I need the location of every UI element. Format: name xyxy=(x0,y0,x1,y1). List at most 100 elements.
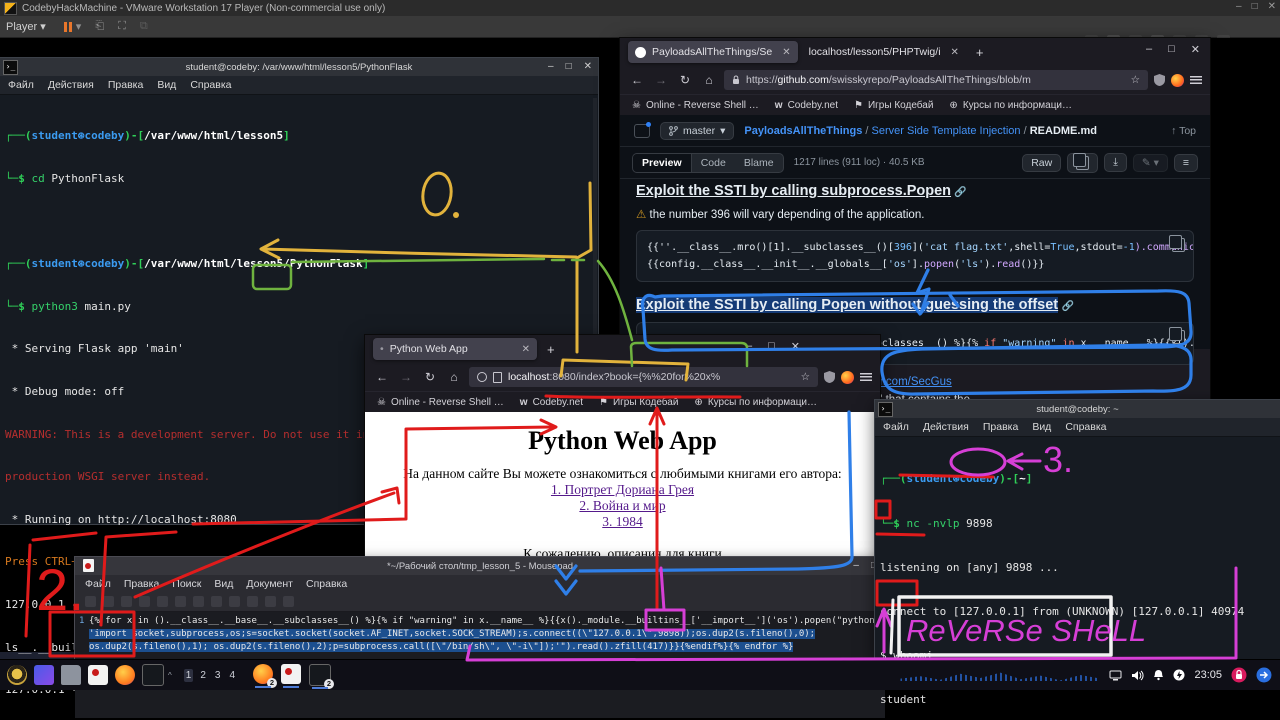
terminal1-close-button[interactable]: ✕ xyxy=(584,58,592,76)
menu-view[interactable]: Вид xyxy=(214,578,233,590)
raw-button[interactable]: Raw xyxy=(1022,154,1061,172)
file-manager-icon[interactable] xyxy=(61,665,81,685)
open-file-icon[interactable] xyxy=(103,596,114,607)
url-bar[interactable]: https://github.com/swisskyrepo/PayloadsA… xyxy=(724,70,1148,90)
copy-raw-button[interactable] xyxy=(1067,153,1098,173)
firefox-minimize-button[interactable]: – xyxy=(1146,43,1152,56)
breadcrumb-repo[interactable]: PayloadsAllTheThings xyxy=(744,125,862,137)
forward-button[interactable]: → xyxy=(397,370,415,384)
workspace-4[interactable]: 4 xyxy=(227,669,237,682)
player-menu[interactable]: Player ▾ xyxy=(6,20,46,33)
outline-button[interactable]: ≡ xyxy=(1174,154,1198,172)
undo-icon[interactable] xyxy=(175,596,186,607)
terminal-launcher-icon[interactable] xyxy=(142,664,164,686)
anchor-link-icon[interactable]: 🔗 xyxy=(1061,301,1073,312)
paste-icon[interactable] xyxy=(247,596,258,607)
menu-file[interactable]: Файл xyxy=(8,79,34,91)
mousepad-launcher-icon[interactable] xyxy=(88,665,108,685)
workspace-3[interactable]: 3 xyxy=(213,669,223,682)
session-switch-icon[interactable] xyxy=(1256,667,1272,683)
anchor-link-icon[interactable]: 🔗 xyxy=(954,187,966,198)
mousepad-minimize-button[interactable]: – xyxy=(853,557,859,575)
workspace-2[interactable]: 2 xyxy=(198,669,208,682)
home-button[interactable]: ⌂ xyxy=(445,370,463,384)
app-grid-icon[interactable] xyxy=(34,665,54,685)
tab-python-web-app[interactable]: • Python Web App✕ xyxy=(373,338,537,360)
close-file-icon[interactable] xyxy=(157,596,168,607)
screen-lock-icon[interactable] xyxy=(1231,667,1247,683)
kali-menu-icon[interactable] xyxy=(7,665,27,685)
mousepad-titlebar[interactable]: *~/Рабочий стол/tmp_lesson_5 - Mousepad … xyxy=(75,557,885,575)
fullscreen-icon[interactable]: ⛶ xyxy=(118,20,126,33)
bookmark-courses[interactable]: ⊕Курсы по информаци… xyxy=(949,100,1072,111)
find-icon[interactable] xyxy=(265,596,276,607)
bookmark-reverse-shell[interactable]: ☠Online - Reverse Shell … xyxy=(377,397,504,408)
terminal1-minimize-button[interactable]: – xyxy=(548,58,554,76)
menu-edit[interactable]: Правка xyxy=(124,578,159,590)
tracking-shield-icon[interactable] xyxy=(1154,74,1165,86)
new-tab-button[interactable]: + xyxy=(976,45,984,60)
breadcrumb-dir[interactable]: Server Side Template Injection xyxy=(872,125,1021,137)
menu-hamburger-icon[interactable] xyxy=(860,373,872,381)
save-icon[interactable] xyxy=(121,596,132,607)
menu-edit[interactable]: Правка xyxy=(983,421,1018,433)
menu-help[interactable]: Справка xyxy=(190,79,231,91)
reload-button[interactable]: ↻ xyxy=(676,73,694,87)
book-link-1[interactable]: 1. Портрет Дориана Грея xyxy=(365,482,880,498)
taskbutton-firefox[interactable]: 2 xyxy=(253,664,273,684)
firefox-account-icon[interactable] xyxy=(841,371,854,384)
firefox2-close-button[interactable]: ✕ xyxy=(791,340,800,353)
tab-payloadsallthethings[interactable]: PayloadsAllTheThings/Se✕ xyxy=(628,41,798,63)
firefox-maximize-button[interactable]: □ xyxy=(1168,43,1175,56)
workspace-pager[interactable]: 1 2 3 4 xyxy=(184,669,237,682)
vmware-minimize-button[interactable]: – xyxy=(1236,1,1242,12)
bookmark-codeby[interactable]: wCodeby.net xyxy=(520,397,583,408)
back-to-top-link[interactable]: ↑ Top xyxy=(1171,125,1196,137)
bookmark-games[interactable]: ⚑Игры Кодебай xyxy=(599,397,678,408)
menu-view[interactable]: Вид xyxy=(157,79,176,91)
menu-hamburger-icon[interactable] xyxy=(1190,76,1202,84)
tab-code[interactable]: Code xyxy=(692,154,735,172)
bookmark-games[interactable]: ⚑Игры Кодебай xyxy=(854,100,933,111)
taskbutton-mousepad[interactable] xyxy=(281,664,301,684)
ctrl-alt-del-icon[interactable]: ⎗ xyxy=(95,20,104,33)
terminal1-maximize-button[interactable]: □ xyxy=(566,58,572,76)
firefox-close-button[interactable]: ✕ xyxy=(1191,43,1200,56)
home-button[interactable]: ⌂ xyxy=(700,73,718,87)
menu-help[interactable]: Справка xyxy=(1065,421,1106,433)
menu-search[interactable]: Поиск xyxy=(172,578,201,590)
volume-icon[interactable] xyxy=(1131,670,1144,681)
taskbutton-terminal[interactable]: 2 xyxy=(309,664,331,686)
guest-clock[interactable]: 23:05 xyxy=(1194,669,1222,681)
bookmark-star-icon[interactable]: ☆ xyxy=(1131,74,1140,86)
menu-actions[interactable]: Действия xyxy=(923,421,969,433)
menu-edit[interactable]: Правка xyxy=(108,79,143,91)
tab-blame[interactable]: Blame xyxy=(735,154,783,172)
vmware-maximize-button[interactable]: □ xyxy=(1252,1,1258,12)
replace-icon[interactable] xyxy=(283,596,294,607)
terminal1-titlebar[interactable]: ›_ student@codeby: /var/www/html/lesson5… xyxy=(0,58,598,76)
bookmark-star-icon[interactable]: ☆ xyxy=(801,371,810,383)
tracking-shield-icon[interactable] xyxy=(824,371,835,383)
file-view-tabs[interactable]: Preview Code Blame xyxy=(632,153,784,173)
power-bolt-icon[interactable] xyxy=(1173,669,1185,681)
back-button[interactable]: ← xyxy=(373,370,391,384)
menu-file[interactable]: Файл xyxy=(85,578,111,590)
reload-button[interactable]: ↻ xyxy=(421,370,439,384)
book-link-3[interactable]: 3. 1984 xyxy=(365,514,880,530)
tab-close-icon[interactable]: ✕ xyxy=(951,47,959,58)
url-bar[interactable]: localhost:8080/index?book={%%20for%20x% … xyxy=(469,367,818,387)
firefox-launcher-icon[interactable] xyxy=(115,665,135,685)
bookmark-codeby[interactable]: wCodeby.net xyxy=(775,100,838,111)
edit-pencil-button[interactable]: ✎ ▾ xyxy=(1133,154,1168,172)
bookmark-reverse-shell[interactable]: ☠Online - Reverse Shell … xyxy=(632,100,759,111)
cut-icon[interactable] xyxy=(211,596,222,607)
notification-bell-icon[interactable] xyxy=(1153,669,1164,681)
heading-subprocess-popen[interactable]: Exploit the SSTI by calling subprocess.P… xyxy=(636,183,951,198)
back-button[interactable]: ← xyxy=(628,73,646,87)
copy-code-icon[interactable] xyxy=(1172,330,1185,344)
menu-actions[interactable]: Действия xyxy=(48,79,94,91)
download-button[interactable]: ⤓ xyxy=(1104,153,1127,172)
new-tab-button[interactable]: + xyxy=(547,342,555,357)
firefox-account-icon[interactable] xyxy=(1171,74,1184,87)
